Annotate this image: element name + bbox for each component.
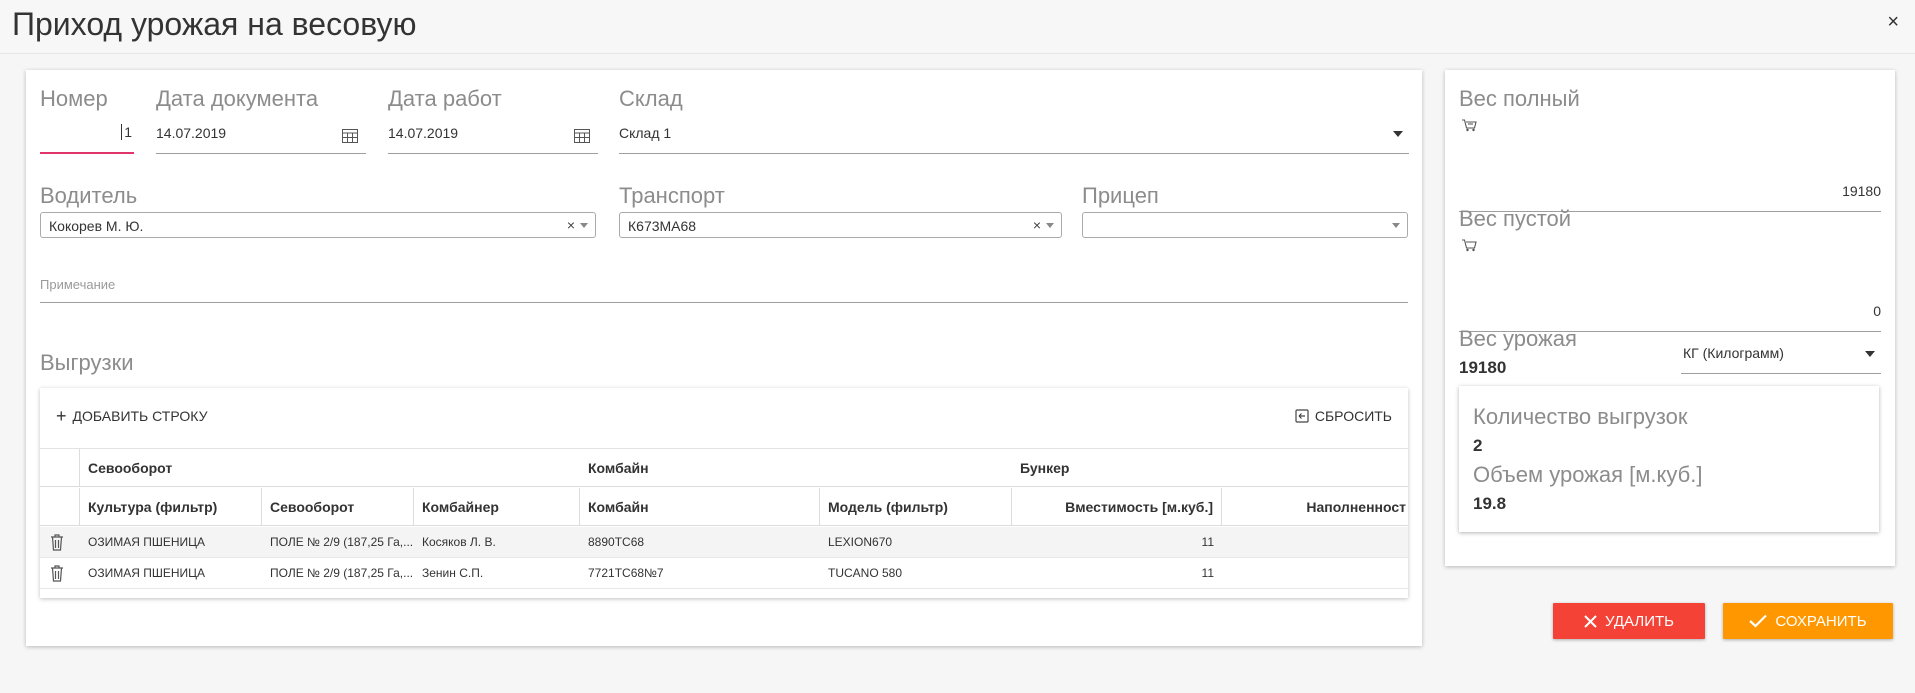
grid-column-header-row: Культура (фильтр) Севооборот Комбайнер К… (40, 488, 1408, 526)
unload-count-label: Количество выгрузок (1473, 404, 1688, 429)
cell-crop: ОЗИМАЯ ПШЕНИЦА (88, 535, 206, 549)
driver-label: Водитель (40, 183, 138, 208)
volume-value: 19.8 (1473, 494, 1507, 513)
work-date-input[interactable]: 14.07.2019 (388, 108, 598, 154)
cell-combine: 7721ТС68№7 (588, 566, 664, 580)
cell-operator: Косяков Л. В. (422, 535, 496, 549)
column-header-combine[interactable]: Комбайн (580, 488, 820, 526)
clear-icon[interactable]: × (1033, 217, 1041, 233)
delete-label: УДАЛИТЬ (1605, 612, 1674, 630)
trailer-combobox[interactable] (1082, 212, 1408, 238)
basket-full-icon[interactable] (1461, 118, 1477, 132)
note-placeholder: Примечание (40, 277, 116, 292)
add-row-label: ДОБАВИТЬ СТРОКУ (72, 408, 208, 424)
cell-rotation: ПОЛЕ № 2/9 (187,25 Га,... (270, 566, 414, 580)
unloads-grid: + ДОБАВИТЬ СТРОКУ СБРОСИТЬ Севооборот Ко… (40, 388, 1408, 598)
dialog-titlebar: Приход урожая на весовую × (0, 0, 1915, 54)
number-value: 1 (121, 124, 132, 140)
full-weight-value: 19180 (1842, 183, 1881, 199)
group-header-rotation: Севооборот (88, 460, 173, 476)
transport-combobox[interactable]: К673МА68 × (619, 212, 1062, 238)
unload-count-value: 2 (1473, 436, 1483, 455)
chevron-down-icon[interactable] (1865, 351, 1875, 357)
table-row[interactable]: ОЗИМАЯ ПШЕНИЦА ПОЛЕ № 2/9 (187,25 Га,...… (40, 558, 1408, 589)
note-input[interactable]: Примечание (40, 270, 1408, 303)
column-header-crop[interactable]: Культура (фильтр) (80, 488, 262, 526)
cell-combine: 8890ТС68 (588, 535, 645, 549)
warehouse-select[interactable]: Склад 1 (619, 108, 1409, 154)
dropdown-arrow-icon[interactable] (1046, 223, 1054, 228)
empty-weight-value: 0 (1873, 303, 1881, 319)
cell-rotation: ПОЛЕ № 2/9 (187,25 Га,... (270, 535, 414, 549)
cell-crop: ОЗИМАЯ ПШЕНИЦА (88, 566, 206, 580)
trash-icon[interactable] (50, 565, 64, 582)
calendar-icon[interactable] (342, 129, 358, 143)
save-button[interactable]: СОХРАНИТЬ (1723, 603, 1893, 639)
cell-fill (1222, 558, 1408, 589)
unit-select[interactable]: КГ (Килограмм) (1681, 328, 1881, 374)
delete-button[interactable]: УДАЛИТЬ (1553, 603, 1705, 639)
column-header-operator[interactable]: Комбайнер (414, 488, 580, 526)
volume-label: Объем урожая [м.куб.] (1473, 462, 1703, 487)
transport-label: Транспорт (619, 183, 725, 208)
stats-card: Количество выгрузок 2 Объем урожая [м.ку… (1459, 386, 1879, 532)
cell-capacity: 11 (1201, 566, 1214, 580)
harvest-weight-value: 19180 (1459, 358, 1507, 377)
close-icon (1584, 614, 1597, 628)
cell-model: TUCANO 580 (828, 566, 903, 580)
dropdown-arrow-icon[interactable] (580, 223, 588, 228)
driver-combobox[interactable]: Кокорев М. Ю. × (40, 212, 596, 238)
grid-group-header-row: Севооборот Комбайн Бункер (40, 449, 1408, 487)
reset-label: СБРОСИТЬ (1314, 408, 1392, 424)
doc-date-value: 14.07.2019 (156, 125, 227, 141)
unit-value: КГ (Килограмм) (1683, 345, 1784, 361)
save-label: СОХРАНИТЬ (1775, 612, 1867, 630)
column-header-model[interactable]: Модель (фильтр) (820, 488, 1012, 526)
unloads-title: Выгрузки (40, 350, 134, 375)
warehouse-value: Склад 1 (619, 125, 672, 141)
calendar-icon[interactable] (574, 129, 590, 143)
weights-card: Вес полный 19180 Вес пустой 0 Вес урожая… (1445, 70, 1895, 566)
cell-operator: Зенин С.П. (422, 566, 484, 580)
empty-weight-label: Вес пустой (1459, 206, 1572, 231)
trailer-label: Прицеп (1082, 183, 1159, 208)
reset-button[interactable]: СБРОСИТЬ (1295, 408, 1392, 424)
transport-value: К673МА68 (628, 218, 697, 234)
plus-icon: + (56, 406, 67, 426)
cell-fill (1222, 527, 1408, 558)
group-header-bunker: Бункер (1020, 460, 1070, 476)
column-header-capacity[interactable]: Вместимость [м.куб.] (1012, 488, 1222, 526)
table-row[interactable]: ОЗИМАЯ ПШЕНИЦА ПОЛЕ № 2/9 (187,25 Га,...… (40, 527, 1408, 558)
work-date-value: 14.07.2019 (388, 125, 459, 141)
group-header-combine: Комбайн (588, 460, 649, 476)
driver-value: Кокорев М. Ю. (49, 218, 144, 234)
basket-empty-icon[interactable] (1461, 238, 1477, 252)
check-icon (1749, 614, 1768, 628)
harvest-weight-label: Вес урожая (1459, 326, 1577, 351)
column-header-fill[interactable]: Наполненност (1222, 488, 1408, 526)
full-weight-label: Вес полный (1459, 86, 1580, 111)
column-header-actions (40, 488, 80, 526)
reset-icon (1295, 409, 1309, 423)
chevron-down-icon[interactable] (1393, 131, 1403, 137)
add-row-button[interactable]: + ДОБАВИТЬ СТРОКУ (56, 406, 208, 426)
clear-icon[interactable]: × (567, 217, 575, 233)
number-input[interactable]: 1 (40, 108, 134, 154)
group-header-spacer (40, 449, 80, 487)
doc-date-input[interactable]: 14.07.2019 (156, 108, 366, 154)
close-icon[interactable]: × (1887, 12, 1899, 32)
document-form-card: Номер 1 Дата документа 14.07.2019 Дата р… (26, 70, 1422, 646)
trash-icon[interactable] (50, 534, 64, 551)
dropdown-arrow-icon[interactable] (1392, 223, 1400, 228)
cell-capacity: 11 (1201, 535, 1214, 549)
cell-model: LEXION670 (828, 535, 893, 549)
grid-header: Севооборот Комбайн Бункер Культура (филь… (40, 448, 1408, 526)
dialog-title: Приход урожая на весовую (12, 6, 417, 42)
column-header-rotation[interactable]: Севооборот (262, 488, 414, 526)
